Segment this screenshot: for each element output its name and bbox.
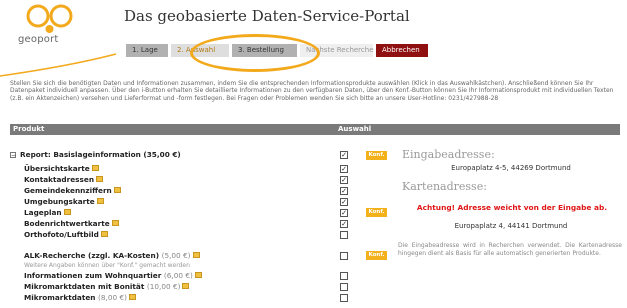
list-item: Orthofoto/Luftbild: [24, 230, 419, 240]
product-name: Report: Basislageinformation: [20, 150, 141, 159]
konf-button[interactable]: Konf.: [366, 208, 387, 217]
map-address: Europaplatz 4, 44141 Dortmund: [454, 222, 568, 230]
checkbox-mikromarkt[interactable]: [340, 294, 348, 302]
address-warning: Achtung! Adresse weicht von der Eingabe …: [416, 203, 608, 212]
list-item: Bodenrichtwertkarte: [24, 219, 419, 229]
column-produkt: Produkt: [13, 125, 45, 133]
checkbox-bodenrichtwertkarte[interactable]: ✓: [340, 220, 348, 228]
info-icon[interactable]: [128, 294, 136, 300]
list-item: Kontaktadressen: [24, 175, 419, 185]
info-icon[interactable]: [91, 165, 99, 171]
checkbox-wohnquartier[interactable]: [340, 272, 348, 280]
info-icon[interactable]: [96, 198, 104, 204]
cancel-button[interactable]: Abbrechen: [376, 44, 428, 57]
input-address-heading: Eingabeadresse:: [402, 148, 495, 161]
map-address-heading: Kartenadresse:: [402, 180, 487, 193]
checkbox-lageplan[interactable]: ✓: [340, 209, 348, 217]
info-icon[interactable]: [63, 209, 71, 215]
info-icon[interactable]: [96, 176, 104, 182]
checkbox-umgebungskarte[interactable]: ✓: [340, 198, 348, 206]
info-icon[interactable]: [100, 231, 108, 237]
list-item: Umgebungskarte: [24, 197, 419, 207]
checkbox-alk[interactable]: [340, 252, 348, 260]
checkbox-gemeindekennziffern[interactable]: ✓: [340, 187, 348, 195]
product-price: (35,00 €): [143, 150, 181, 159]
input-address: Europaplatz 4-5, 44269 Dortmund: [451, 164, 571, 172]
product-row-mikromarkt-bonitaet: Mikromarktdaten mit Bonität (10,00 €): [24, 282, 419, 292]
column-auswahl: Auswahl: [338, 125, 372, 133]
list-item: Gemeindekennziffern: [24, 186, 419, 196]
collapse-icon[interactable]: −: [10, 152, 16, 159]
checkbox-kontaktadressen[interactable]: ✓: [340, 176, 348, 184]
info-icon[interactable]: [182, 283, 190, 289]
konf-button[interactable]: Konf.: [366, 251, 387, 260]
checkbox-report[interactable]: ✓: [340, 151, 348, 159]
product-row-mikromarkt: Mikromarktdaten (8,00 €): [24, 293, 419, 303]
list-item: Übersichtskarte: [24, 164, 419, 174]
info-icon[interactable]: [194, 272, 202, 278]
highlight-ellipse: [190, 34, 320, 72]
checkbox-uebersichtskarte[interactable]: ✓: [340, 165, 348, 173]
alk-note: Weitere Angaben können über "Konf." gema…: [24, 262, 190, 269]
checkbox-orthofoto[interactable]: [340, 231, 348, 239]
product-row-alk: ALK-Recherche (zzgl. KA-Kosten) (5,00 €): [24, 251, 419, 261]
checkbox-mikromarkt-bonitaet[interactable]: [340, 283, 348, 291]
table-header: Produkt Auswahl: [10, 124, 620, 135]
info-icon[interactable]: [192, 252, 200, 258]
intro-text: Stellen Sie sich die benötigten Daten un…: [10, 80, 614, 102]
address-note: Die Eingabeadresse wird in Recherchen ve…: [398, 242, 622, 257]
konf-button[interactable]: Konf.: [366, 151, 387, 160]
info-icon[interactable]: [111, 220, 119, 226]
list-item: Lageplan: [24, 208, 419, 218]
info-icon[interactable]: [113, 187, 121, 193]
product-row-wohnquartier: Informationen zum Wohnquartier (6,00 €): [24, 271, 419, 281]
